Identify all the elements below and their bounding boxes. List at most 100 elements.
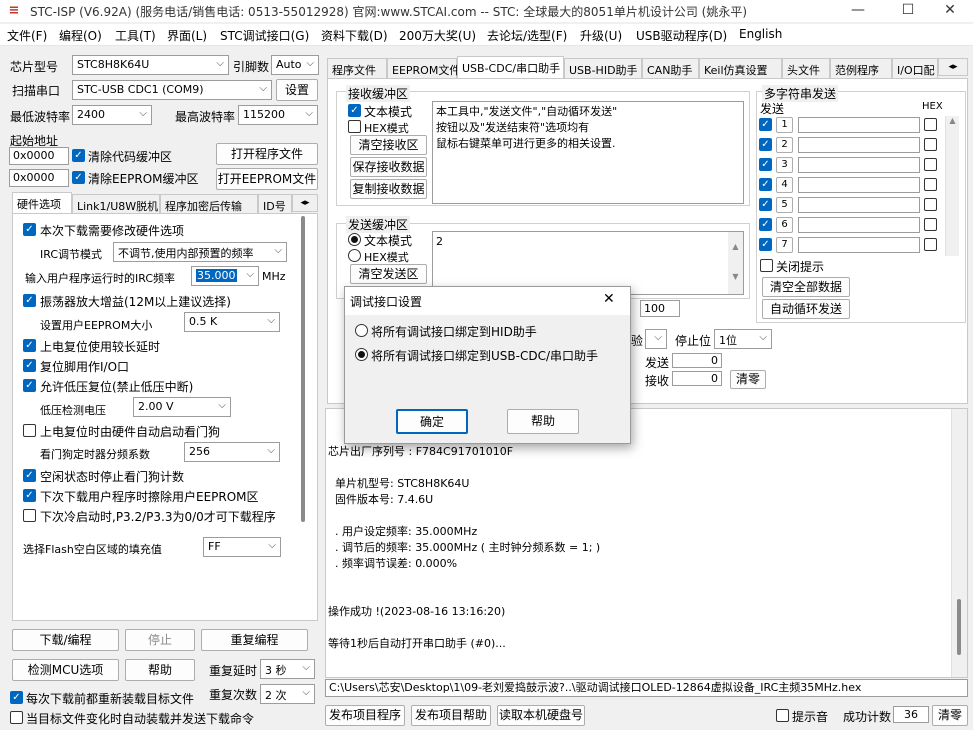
reset-io-checkbox[interactable]: ✓ (23, 359, 36, 372)
tab-encrypted-transfer[interactable]: 程序加密后传输 (160, 194, 258, 214)
tab-header-file[interactable]: 头文件 (782, 58, 830, 78)
multi-send-checkbox[interactable]: ✓ (759, 198, 772, 211)
open-eeprom-file-button[interactable]: 打开EEPROM文件 (216, 168, 318, 190)
multi-string-input[interactable] (798, 117, 920, 133)
multi-hex-checkbox[interactable] (924, 218, 937, 231)
multi-string-input[interactable] (798, 217, 920, 233)
multi-hex-checkbox[interactable] (924, 178, 937, 191)
multi-string-input[interactable] (798, 137, 920, 153)
menu-download-docs[interactable]: 资料下载(D) (321, 27, 388, 44)
clear-code-checkbox[interactable]: ✓ (72, 149, 85, 162)
stop-button[interactable]: 停止 (125, 629, 195, 651)
menu-interface[interactable]: 界面(L) (167, 27, 207, 44)
menu-upgrade[interactable]: 升级(U) (580, 27, 622, 44)
modify-hw-options-checkbox[interactable]: ✓ (23, 223, 36, 236)
close-button[interactable]: ✕ (927, 0, 973, 22)
tab-scroll-arrows[interactable]: ◂▸ (292, 194, 318, 212)
clear-eeprom-checkbox[interactable]: ✓ (72, 171, 85, 184)
dialog-help-button[interactable]: 帮助 (507, 409, 579, 434)
multi-string-scrollbar[interactable]: ▲ (945, 116, 959, 256)
max-baud-select[interactable]: 115200 ⌵ (238, 105, 318, 125)
code-address-input[interactable]: 0x0000 (9, 147, 69, 165)
multi-send-checkbox[interactable]: ✓ (759, 138, 772, 151)
multi-string-input[interactable] (798, 197, 920, 213)
multi-hex-checkbox[interactable] (924, 238, 937, 251)
receive-textarea[interactable]: 本工具中,"发送文件","自动循环发送" 按钮以及"发送结束符"选项均有 鼠标右… (432, 101, 744, 204)
recv-hex-mode-checkbox[interactable] (348, 120, 361, 133)
tab-can[interactable]: CAN助手 (642, 58, 699, 78)
port-select[interactable]: STC-USB CDC1 (COM9) ⌵ (72, 80, 272, 100)
multi-send-checkbox[interactable]: ✓ (759, 178, 772, 191)
chip-model-select[interactable]: STC8H8K64U ⌵ (72, 55, 229, 75)
send-interval-input[interactable]: 100 (640, 300, 680, 317)
multi-send-button[interactable]: 4 (776, 177, 793, 193)
recv-text-mode-checkbox[interactable]: ✓ (348, 104, 361, 117)
multi-send-checkbox[interactable]: ✓ (759, 218, 772, 231)
min-baud-select[interactable]: 2400 ⌵ (72, 105, 152, 125)
menu-prize[interactable]: 200万大奖(U) (399, 27, 476, 44)
idle-wdt-checkbox[interactable]: ✓ (23, 469, 36, 482)
detect-mcu-button[interactable]: 检测MCU选项 (12, 659, 119, 681)
open-program-file-button[interactable]: 打开程序文件 (216, 143, 318, 165)
close-hint-checkbox[interactable] (760, 259, 773, 272)
multi-send-button[interactable]: 2 (776, 137, 793, 153)
stop-bit-select[interactable]: 1位 ⌵ (714, 329, 772, 349)
tab-hardware-options[interactable]: 硬件选项 (12, 192, 72, 214)
auto-send-checkbox[interactable] (10, 711, 23, 724)
osc-gain-checkbox[interactable]: ✓ (23, 294, 36, 307)
multi-hex-checkbox[interactable] (924, 198, 937, 211)
multi-send-checkbox[interactable]: ✓ (759, 158, 772, 171)
por-delay-checkbox[interactable]: ✓ (23, 339, 36, 352)
publish-project-button[interactable]: 发布项目程序 (325, 705, 405, 726)
read-disk-id-button[interactable]: 读取本机硬盘号 (497, 705, 585, 726)
repeat-count-select[interactable]: 2 次 ⌵ (260, 684, 315, 704)
eeprom-size-select[interactable]: 0.5 K ⌵ (184, 312, 280, 332)
auto-loop-send-button[interactable]: 自动循环发送 (762, 299, 850, 319)
pin-count-select[interactable]: Auto ⌵ (271, 55, 319, 75)
clear-success-button[interactable]: 清零 (932, 705, 968, 726)
multi-send-button[interactable]: 5 (776, 197, 793, 213)
multi-hex-checkbox[interactable] (924, 118, 937, 131)
menu-program[interactable]: 编程(O) (59, 27, 102, 44)
dialog-ok-button[interactable]: 确定 (396, 409, 468, 434)
send-hex-mode-radio[interactable] (348, 249, 361, 262)
log-scroll-thumb[interactable] (957, 599, 961, 655)
options-scrollbar[interactable] (301, 216, 305, 522)
send-text-mode-radio[interactable] (348, 233, 361, 246)
tab-eeprom-file[interactable]: EEPROM文件 (387, 58, 460, 78)
multi-hex-checkbox[interactable] (924, 138, 937, 151)
wdt-auto-checkbox[interactable] (23, 424, 36, 437)
multi-hex-checkbox[interactable] (924, 158, 937, 171)
multi-send-checkbox[interactable]: ✓ (759, 238, 772, 251)
settings-button[interactable]: 设置 (276, 79, 318, 101)
reload-file-checkbox[interactable]: ✓ (10, 691, 23, 704)
send-scrollbar[interactable]: ▲ ▼ (728, 232, 743, 294)
scan-port-button[interactable]: 扫描串口 (12, 82, 60, 99)
multi-send-button[interactable]: 6 (776, 217, 793, 233)
clear-receive-button[interactable]: 清空接收区 (350, 135, 427, 155)
menu-file[interactable]: 文件(F) (7, 27, 47, 44)
maximize-button[interactable]: ☐ (885, 0, 931, 22)
clear-all-data-button[interactable]: 清空全部数据 (762, 277, 850, 297)
log-scrollbar[interactable] (951, 409, 967, 677)
tab-keil-debug[interactable]: Keil仿真设置 (699, 58, 782, 78)
tab-scroll-arrows[interactable]: ◂▸ (938, 58, 968, 76)
multi-send-button[interactable]: 3 (776, 157, 793, 173)
erase-eeprom-checkbox[interactable]: ✓ (23, 489, 36, 502)
help-button[interactable]: 帮助 (125, 659, 195, 681)
cold-start-p32-checkbox[interactable] (23, 509, 36, 522)
clear-counter-button[interactable]: 清零 (730, 370, 766, 389)
bind-cdc-radio[interactable] (355, 348, 368, 361)
copy-receive-button[interactable]: 复制接收数据 (350, 179, 427, 199)
multi-string-input[interactable] (798, 237, 920, 253)
parity-select[interactable]: ⌵ (645, 329, 667, 349)
multi-send-button[interactable]: 1 (776, 117, 793, 133)
download-program-button[interactable]: 下载/编程 (12, 629, 119, 651)
dialog-close-icon[interactable]: ✕ (603, 291, 615, 307)
irc-mode-select[interactable]: 不调节,使用内部预置的频率 ⌵ (113, 242, 287, 262)
menu-tools[interactable]: 工具(T) (115, 27, 156, 44)
repeat-program-button[interactable]: 重复编程 (201, 629, 308, 651)
lvr-checkbox[interactable]: ✓ (23, 379, 36, 392)
tab-id-number[interactable]: ID号 (258, 194, 292, 214)
menu-usb-driver[interactable]: USB驱动程序(D) (636, 27, 727, 44)
